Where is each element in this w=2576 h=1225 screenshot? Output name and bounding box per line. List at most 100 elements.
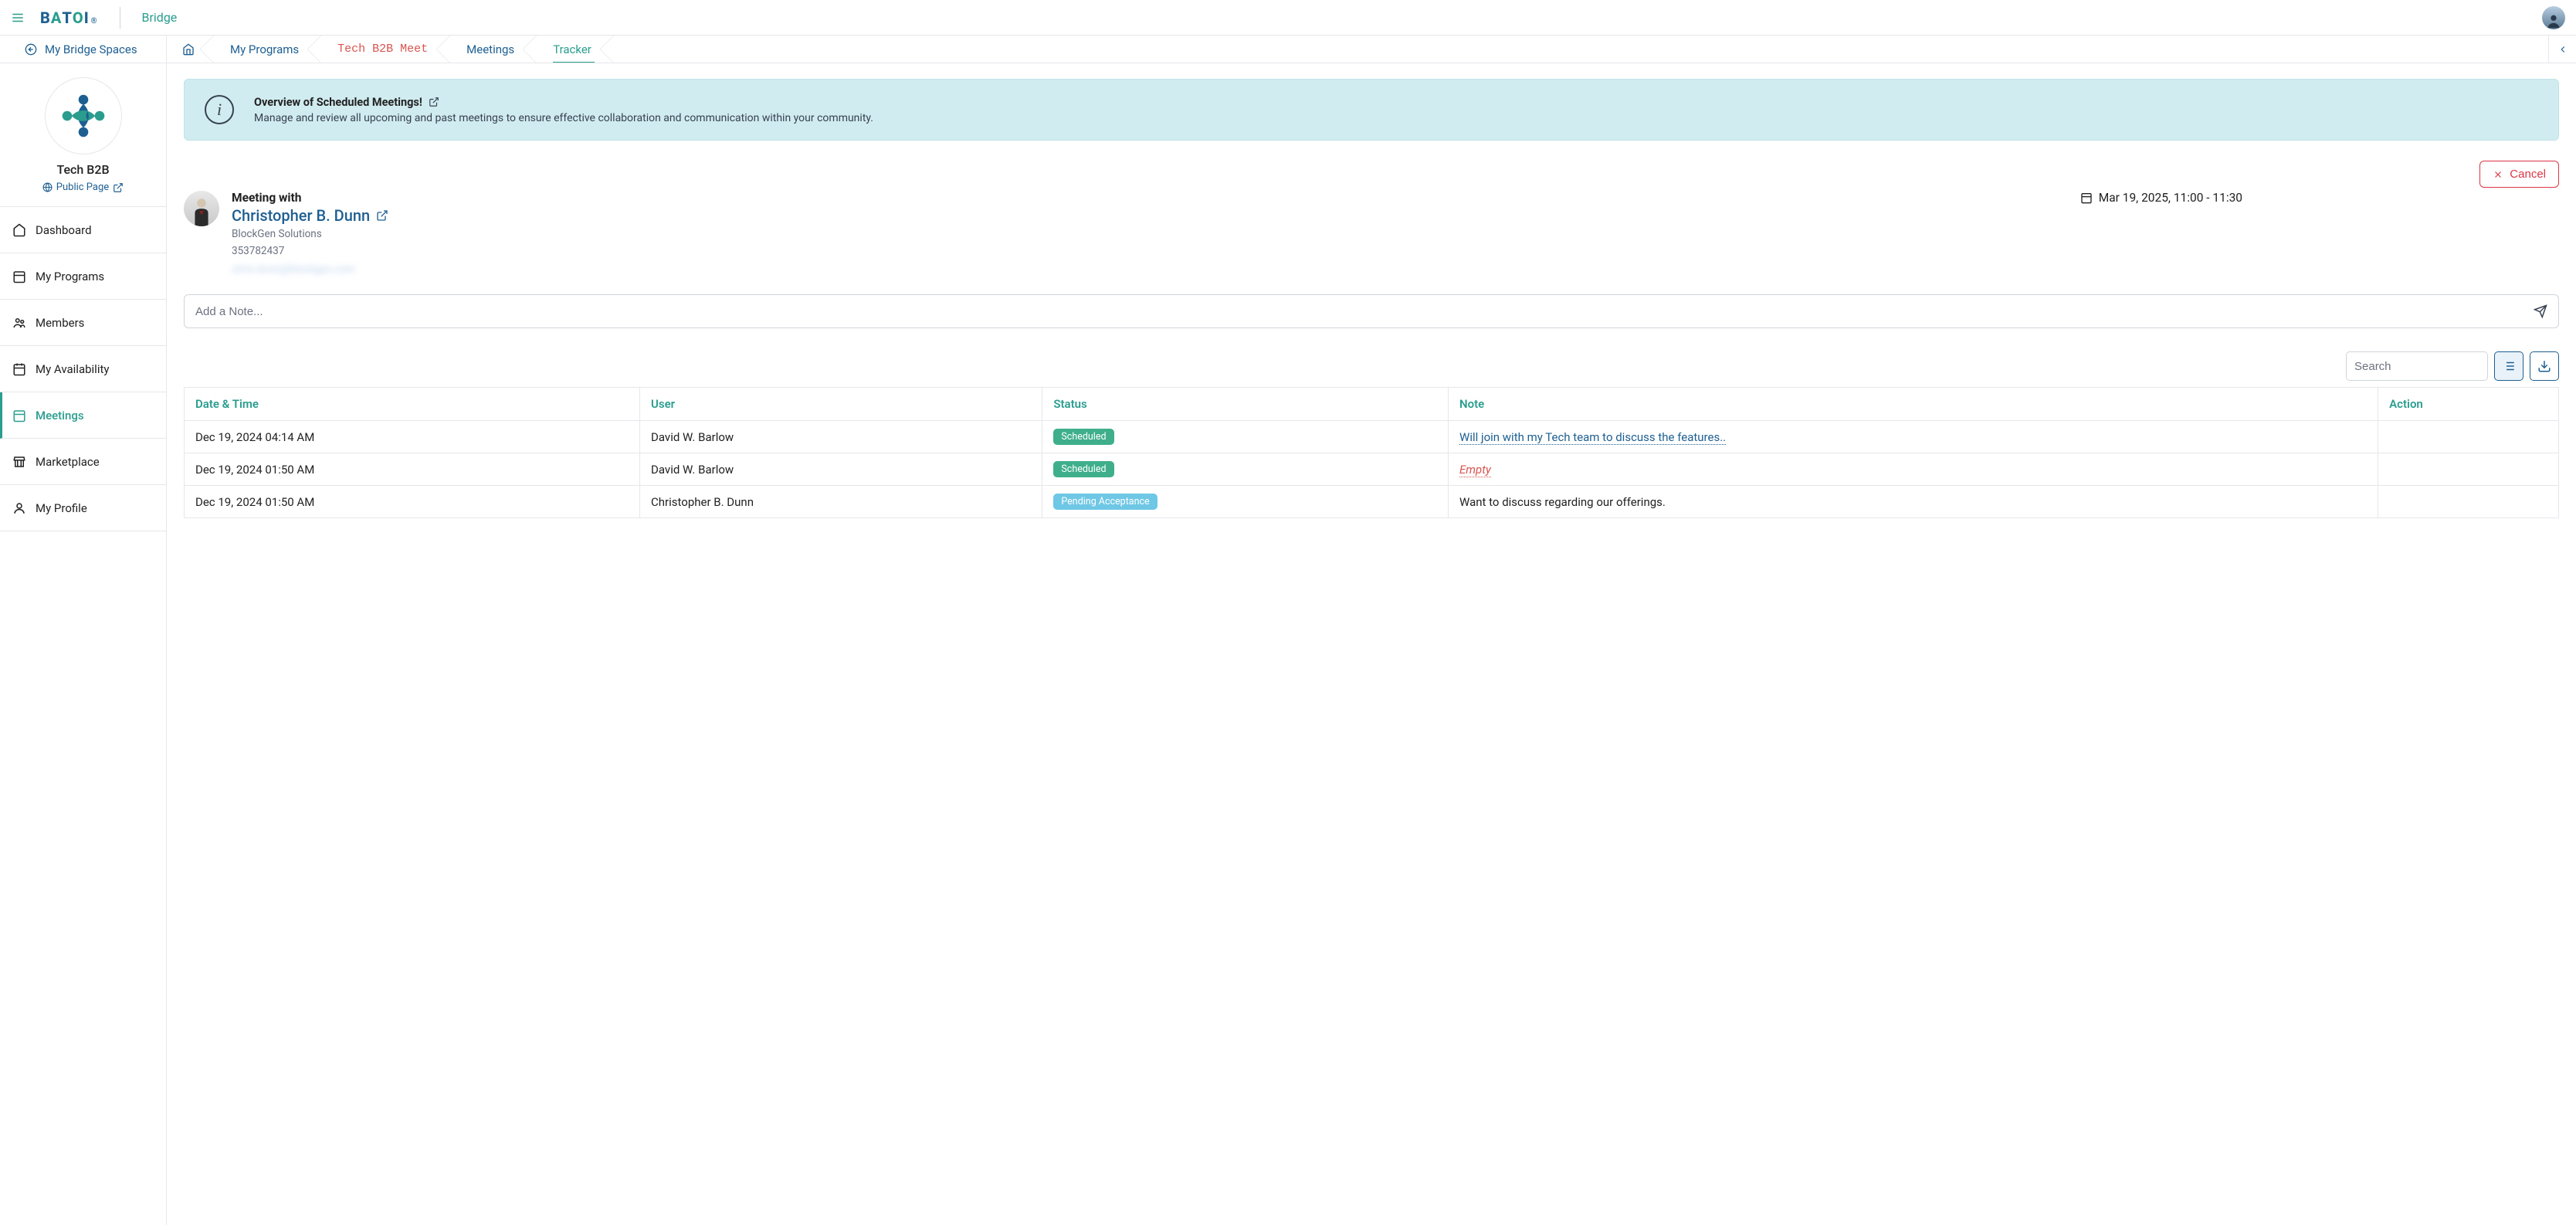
sidebar-item-marketplace[interactable]: Marketplace: [0, 439, 166, 485]
status-badge: Scheduled: [1053, 429, 1113, 445]
brand: BATOI® Bridge: [40, 7, 177, 29]
close-icon: [2493, 169, 2503, 180]
globe-icon: [42, 182, 53, 192]
table-toolbar: [184, 351, 2559, 381]
meeting-with-label: Meeting with: [232, 191, 388, 205]
sidebar-item-label: My Availability: [36, 362, 109, 376]
cell-user: David W. Barlow: [640, 453, 1042, 486]
col-action[interactable]: Action: [2378, 388, 2559, 421]
list-icon: [2502, 359, 2516, 373]
note-input-row: [184, 294, 2559, 328]
meeting-contact-link[interactable]: Christopher B. Dunn: [232, 206, 388, 225]
cell-datetime: Dec 19, 2024 01:50 AM: [185, 486, 640, 518]
crumb-meetings[interactable]: Meetings: [443, 36, 530, 63]
search-box: [2346, 351, 2488, 381]
brand-logo: BATOI®: [40, 8, 98, 27]
cell-user: Christopher B. Dunn: [640, 486, 1042, 518]
history-table: Date & Time User Status Note Action Dec …: [184, 387, 2559, 518]
account-logo: [45, 77, 122, 154]
public-page-link[interactable]: Public Page: [42, 182, 124, 193]
list-view-button[interactable]: [2494, 351, 2523, 381]
download-icon: [2537, 359, 2551, 373]
external-link-icon: [113, 182, 124, 193]
note-input[interactable]: [195, 305, 2534, 318]
account-block: Tech B2B Public Page: [0, 63, 166, 207]
cell-action: [2378, 453, 2559, 486]
back-my-bridge-spaces[interactable]: My Bridge Spaces: [0, 36, 167, 63]
brand-product[interactable]: Bridge: [142, 10, 178, 25]
col-datetime[interactable]: Date & Time: [185, 388, 640, 421]
cancel-button[interactable]: Cancel: [2479, 161, 2559, 188]
meeting-company: BlockGen Solutions: [232, 228, 388, 240]
cell-action: [2378, 486, 2559, 518]
breadcrumbs: My Programs Tech B2B Meet Meetings Track…: [167, 36, 2548, 63]
home-icon: [182, 43, 195, 56]
crumb-my-programs[interactable]: My Programs: [207, 36, 314, 63]
calendar-icon: [12, 409, 26, 422]
cell-user: David W. Barlow: [640, 421, 1042, 453]
send-icon: [2534, 304, 2547, 318]
sidebar-item-label: Dashboard: [36, 223, 92, 237]
note-empty[interactable]: Empty: [1459, 463, 1491, 477]
back-label: My Bridge Spaces: [45, 42, 137, 56]
note-link[interactable]: Will join with my Tech team to discuss t…: [1459, 430, 1726, 445]
account-name: Tech B2B: [0, 162, 166, 177]
col-user[interactable]: User: [640, 388, 1042, 421]
meeting-id: 353782437: [232, 245, 388, 257]
external-link-icon[interactable]: [429, 97, 439, 107]
profile-avatar[interactable]: [2542, 6, 2565, 29]
cell-datetime: Dec 19, 2024 01:50 AM: [185, 453, 640, 486]
sidebar-item-members[interactable]: Members: [0, 300, 166, 346]
table-row: Dec 19, 2024 01:50 AM Christopher B. Dun…: [185, 486, 2559, 518]
sidebar-item-my-availability[interactable]: My Availability: [0, 346, 166, 392]
sidebar-item-label: Marketplace: [36, 455, 100, 469]
sidebar-item-label: My Programs: [36, 270, 104, 283]
sidebar-item-label: My Profile: [36, 501, 87, 515]
status-badge: Scheduled: [1053, 461, 1113, 477]
col-note[interactable]: Note: [1449, 388, 2378, 421]
store-icon: [12, 455, 26, 469]
sidebar-item-my-profile[interactable]: My Profile: [0, 485, 166, 531]
search-input[interactable]: [2354, 352, 2479, 380]
main: i Overview of Scheduled Meetings! Manage…: [167, 63, 2576, 1225]
info-banner: i Overview of Scheduled Meetings! Manage…: [184, 79, 2559, 141]
cell-note: Want to discuss regarding our offerings.: [1449, 486, 2378, 518]
external-link-icon: [376, 209, 388, 222]
sidebar-item-dashboard[interactable]: Dashboard: [0, 207, 166, 253]
sidebar-item-my-programs[interactable]: My Programs: [0, 253, 166, 300]
crumb-tech-b2b-meet[interactable]: Tech B2B Meet: [314, 36, 443, 63]
calendar-icon: [12, 270, 26, 283]
calendar-icon: [2080, 192, 2093, 204]
cell-status: Pending Acceptance: [1042, 486, 1449, 518]
home-icon: [12, 223, 26, 237]
sidebar-item-label: Members: [36, 316, 84, 330]
cell-status: Scheduled: [1042, 453, 1449, 486]
download-button[interactable]: [2530, 351, 2559, 381]
cell-note: Will join with my Tech team to discuss t…: [1449, 421, 2378, 453]
sidebar-item-meetings[interactable]: Meetings: [0, 392, 166, 439]
calendar-icon: [12, 362, 26, 376]
hamburger-menu-icon[interactable]: [11, 11, 25, 25]
banner-title: Overview of Scheduled Meetings!: [254, 96, 873, 109]
banner-desc: Manage and review all upcoming and past …: [254, 112, 873, 124]
cell-status: Scheduled: [1042, 421, 1449, 453]
table-row: Dec 19, 2024 04:14 AM David W. Barlow Sc…: [185, 421, 2559, 453]
meeting-date: Mar 19, 2025, 11:00 - 11:30: [2080, 191, 2559, 205]
meeting-block: Meeting with Christopher B. Dunn BlockGe…: [184, 191, 2559, 276]
subbar-collapse-icon[interactable]: [2548, 36, 2576, 63]
subbar: My Bridge Spaces My Programs Tech B2B Me…: [0, 36, 2576, 63]
sidebar: Tech B2B Public Page Dashboard My Progra…: [0, 63, 167, 1225]
crumb-tracker[interactable]: Tracker: [530, 36, 607, 63]
users-icon: [12, 316, 26, 330]
cell-action: [2378, 421, 2559, 453]
info-icon: i: [205, 95, 234, 124]
table-row: Dec 19, 2024 01:50 AM David W. Barlow Sc…: [185, 453, 2559, 486]
meeting-avatar: [184, 191, 219, 226]
crumb-home[interactable]: [167, 36, 207, 63]
col-status[interactable]: Status: [1042, 388, 1449, 421]
cell-datetime: Dec 19, 2024 04:14 AM: [185, 421, 640, 453]
user-icon: [12, 501, 26, 515]
topbar: BATOI® Bridge: [0, 0, 2576, 36]
send-note-button[interactable]: [2534, 304, 2547, 318]
cell-note: Empty: [1449, 453, 2378, 486]
